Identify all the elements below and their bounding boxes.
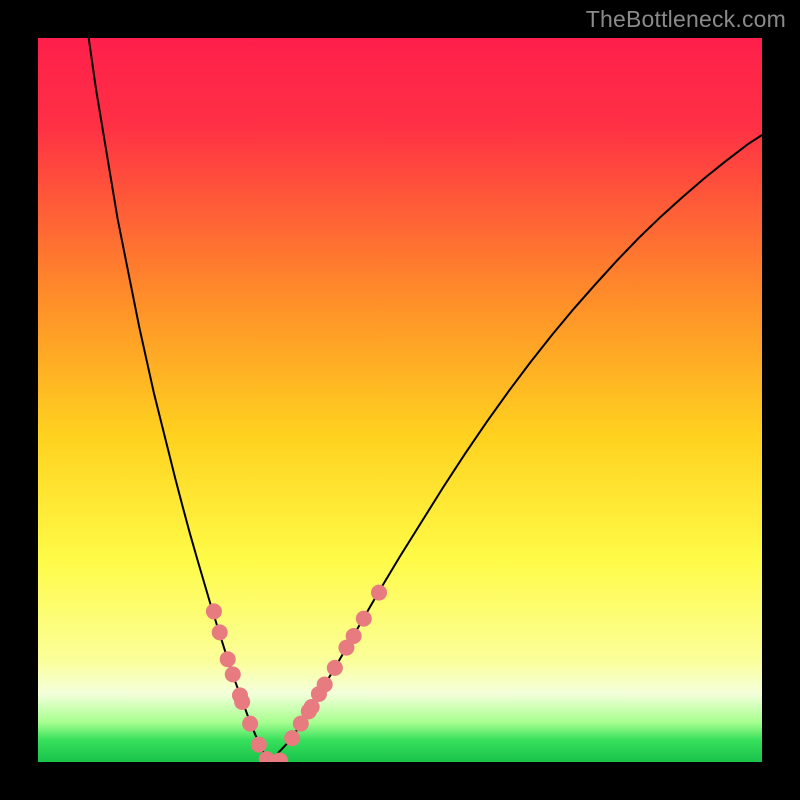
scatter-point (356, 611, 372, 627)
scatter-point (346, 628, 362, 644)
scatter-point (317, 677, 333, 693)
scatter-point (220, 651, 236, 667)
scatter-point (251, 737, 267, 753)
scatter-point (234, 694, 250, 710)
gradient-background (38, 38, 762, 762)
scatter-point (242, 716, 258, 732)
scatter-point (225, 666, 241, 682)
outer-black-frame: TheBottleneck.com (0, 0, 800, 800)
scatter-point (327, 660, 343, 676)
scatter-point (212, 624, 228, 640)
scatter-point (284, 730, 300, 746)
watermark-text: TheBottleneck.com (586, 6, 786, 33)
scatter-point (206, 603, 222, 619)
chart-canvas (38, 38, 762, 762)
scatter-point (371, 585, 387, 601)
